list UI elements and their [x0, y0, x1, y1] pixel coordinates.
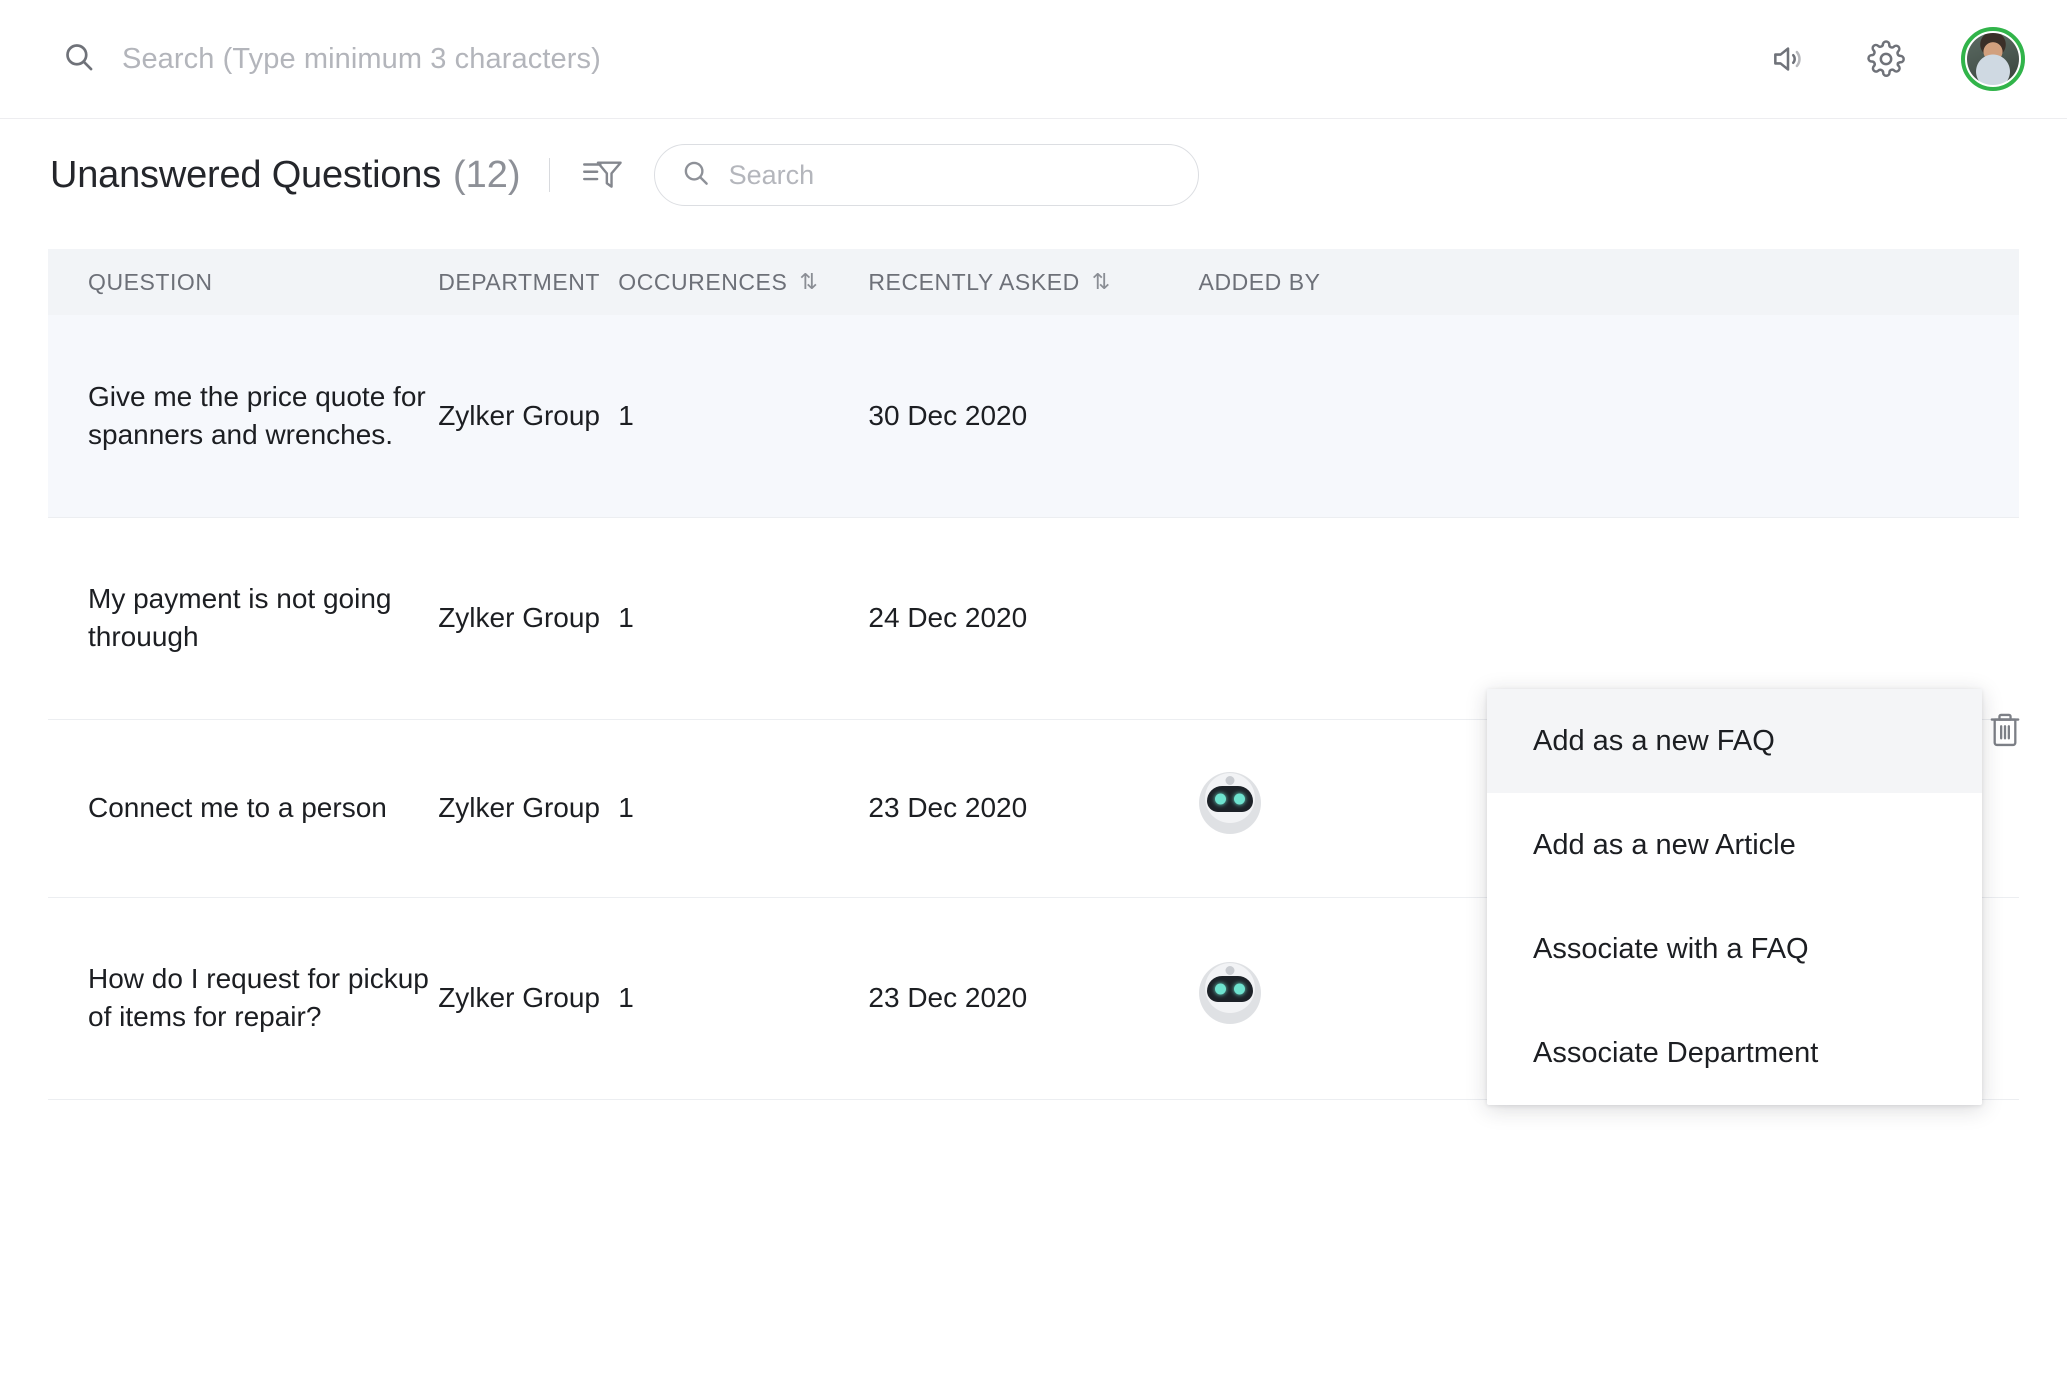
table-search-input[interactable]: [728, 159, 1172, 191]
bot-eye-left-icon: [1214, 793, 1226, 805]
cell-recently-asked: 24 Dec 2020: [868, 517, 1199, 720]
cell-actions: [1598, 315, 2019, 518]
avatar-photo: [1967, 33, 2019, 85]
cell-recently-asked: 30 Dec 2020: [868, 315, 1199, 518]
cell-question: Give me the price quote for spanners and…: [48, 315, 439, 518]
column-header-occurences[interactable]: OCCURENCES ⇅: [618, 249, 869, 315]
column-header-label: ADDED BY: [1198, 268, 1321, 295]
speaker-icon[interactable]: [1765, 36, 1811, 82]
cell-occurences: 1: [618, 315, 869, 518]
bot-antenna-icon: [1225, 775, 1235, 785]
global-search-input[interactable]: [122, 42, 942, 76]
column-header-label: QUESTION: [88, 268, 213, 295]
search-icon: [681, 158, 711, 193]
page-body: Unanswered Questions (12) Search QUESTIO…: [0, 119, 2067, 1105]
page-title-count: (12): [453, 153, 521, 196]
sort-icon[interactable]: ⇅: [1092, 271, 1111, 293]
sort-icon[interactable]: ⇅: [799, 271, 818, 293]
column-header-recently-asked[interactable]: RECENTLY ASKED ⇅: [868, 249, 1199, 315]
header-divider: [548, 158, 550, 192]
column-header-label: OCCURENCES: [618, 268, 788, 295]
avatar[interactable]: [1961, 27, 2025, 91]
bot-antenna-icon: [1225, 965, 1235, 975]
bot-avatar-icon: [1198, 961, 1261, 1024]
cell-added-by: [1198, 315, 1599, 518]
bot-eye-left-icon: [1214, 983, 1226, 995]
table-container: QUESTION DEPARTMENT OCCURENCES ⇅ RECENTL…: [0, 249, 2067, 1105]
row-actions-dropdown: Add as a new FAQ Add as a new Article As…: [1487, 689, 1982, 1105]
dropdown-item-add-as-new-article[interactable]: Add as a new Article: [1487, 793, 1982, 897]
cell-recently-asked: 23 Dec 2020: [868, 897, 1199, 1100]
column-header-added-by[interactable]: ADDED BY: [1198, 249, 1599, 315]
dropdown-item-associate-department[interactable]: Associate Department: [1487, 1001, 1982, 1105]
table-row[interactable]: Give me the price quote for spanners and…: [48, 315, 2019, 518]
gear-icon[interactable]: [1863, 36, 1909, 82]
bot-eye-right-icon: [1233, 793, 1245, 805]
page-title: Unanswered Questions: [50, 153, 441, 196]
filter-icon[interactable]: [576, 152, 628, 198]
bot-visor-icon: [1206, 786, 1253, 813]
cell-department: Zylker Group: [438, 517, 619, 720]
cell-department: Zylker Group: [438, 315, 619, 518]
page-header: Unanswered Questions (12): [0, 119, 2067, 231]
cell-occurences: 1: [618, 719, 869, 898]
cell-department: Zylker Group: [438, 719, 619, 898]
cell-recently-asked: 23 Dec 2020: [868, 719, 1199, 898]
column-header-department[interactable]: DEPARTMENT: [438, 249, 619, 315]
cell-question: Connect me to a person: [48, 719, 439, 898]
cell-question: My payment is not going throuugh: [48, 517, 439, 720]
global-search-container[interactable]: [0, 40, 1765, 79]
dropdown-item-add-as-new-faq[interactable]: Add as a new FAQ: [1487, 689, 1982, 793]
search-icon: [62, 40, 96, 79]
trash-icon[interactable]: [1979, 704, 2031, 756]
cell-occurences: 1: [618, 517, 869, 720]
table-header: QUESTION DEPARTMENT OCCURENCES ⇅ RECENTL…: [48, 249, 2019, 315]
bot-visor-icon: [1206, 976, 1253, 1003]
column-header-label: DEPARTMENT: [438, 268, 601, 295]
table-header-row: QUESTION DEPARTMENT OCCURENCES ⇅ RECENTL…: [48, 249, 2019, 315]
dropdown-item-label: Associate Department: [1533, 1036, 1819, 1069]
cell-question: How do I request for pickup of items for…: [48, 897, 439, 1100]
bot-eye-right-icon: [1233, 983, 1245, 995]
cell-department: Zylker Group: [438, 897, 619, 1100]
dropdown-item-label: Add as a new FAQ: [1533, 724, 1775, 757]
column-header-label: RECENTLY ASKED: [868, 268, 1080, 295]
dropdown-item-label: Add as a new Article: [1533, 828, 1796, 861]
column-header-question[interactable]: QUESTION: [48, 249, 439, 315]
column-header-actions: [1598, 249, 2019, 315]
dropdown-item-associate-with-faq[interactable]: Associate with a FAQ: [1487, 897, 1982, 1001]
global-topbar: [0, 0, 2067, 119]
bot-avatar-icon: [1198, 771, 1261, 834]
topbar-actions: [1765, 27, 2067, 91]
cell-occurences: 1: [618, 897, 869, 1100]
dropdown-item-label: Associate with a FAQ: [1533, 932, 1809, 965]
table-search-container[interactable]: [653, 144, 1199, 206]
